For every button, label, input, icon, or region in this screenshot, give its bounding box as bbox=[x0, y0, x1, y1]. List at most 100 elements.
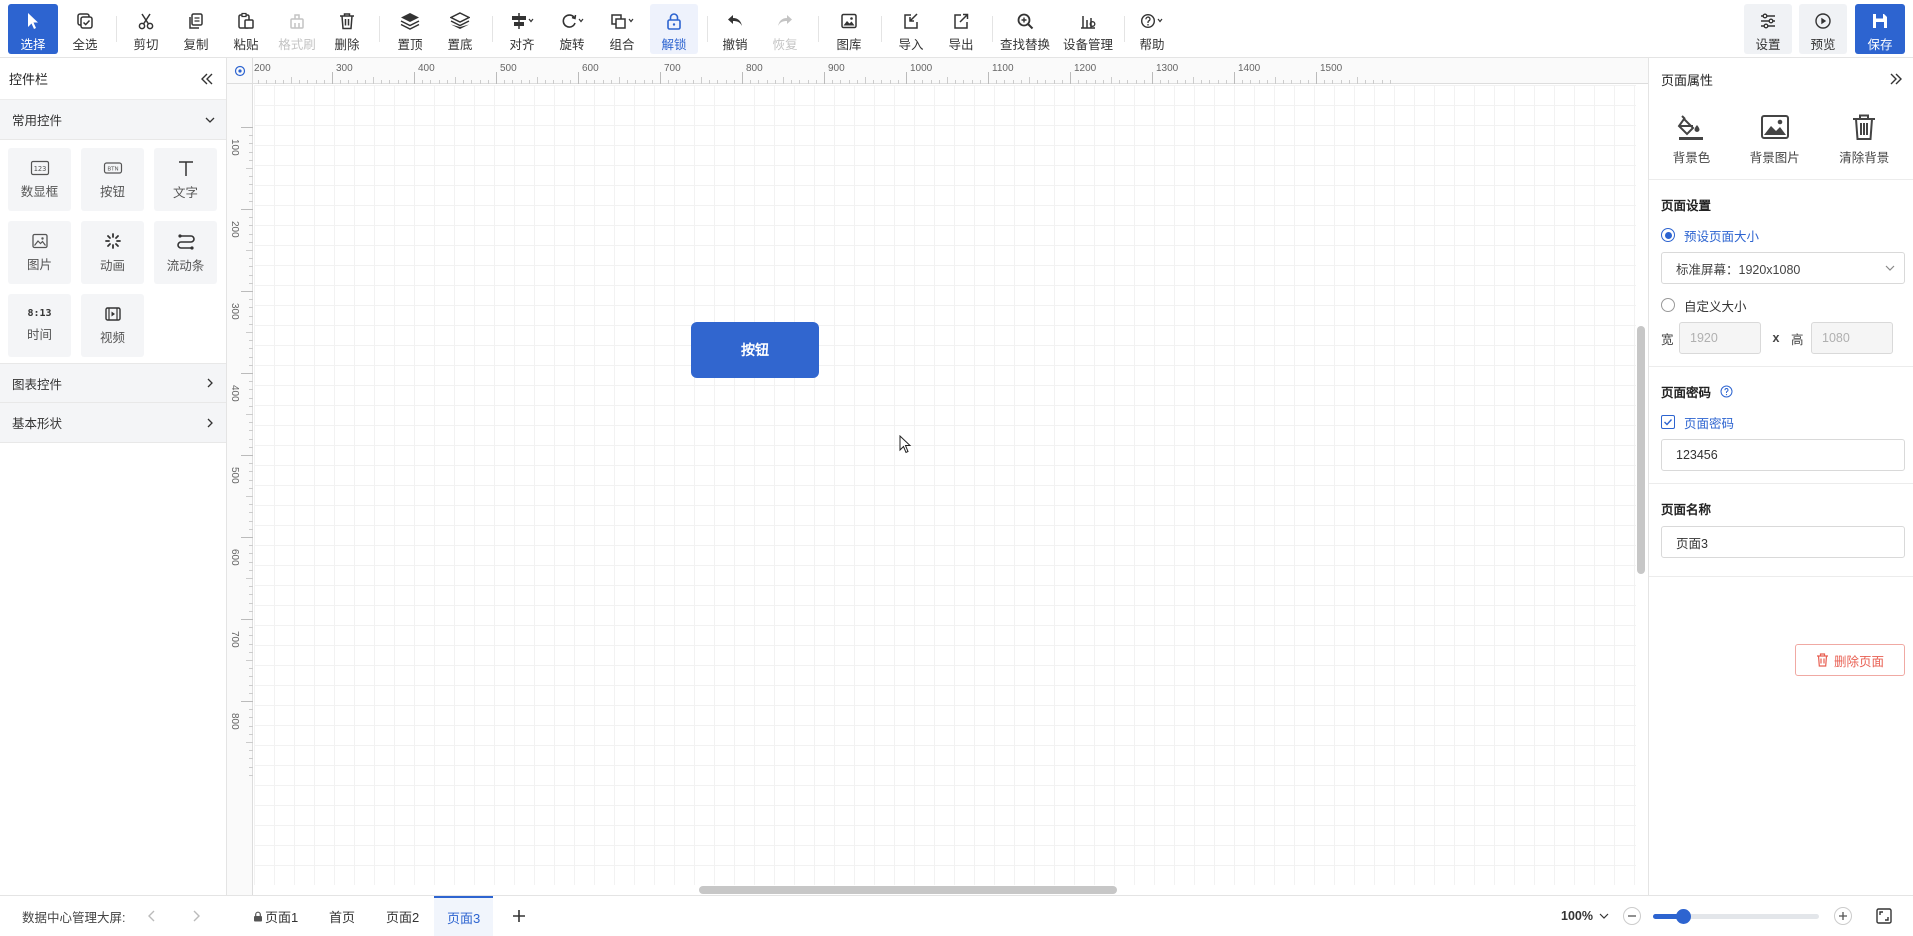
import-button[interactable]: 导入 bbox=[889, 4, 933, 54]
group-button[interactable]: 组合 bbox=[600, 4, 644, 54]
ruler-minor-tick bbox=[249, 299, 253, 301]
page-password-checkbox[interactable]: 页面密码 bbox=[1661, 411, 1905, 433]
zoom-out-button[interactable] bbox=[1623, 907, 1641, 925]
chevron-left-icon[interactable] bbox=[146, 909, 158, 923]
category-chart-widgets[interactable]: 图表控件 bbox=[0, 363, 226, 403]
ruler-minor-tick bbox=[815, 80, 817, 84]
page-name-input[interactable]: 页面3 bbox=[1661, 526, 1905, 558]
ruler-minor-tick bbox=[249, 307, 253, 309]
help-button[interactable]: 帮助 bbox=[1130, 4, 1174, 54]
ruler-minor-tick bbox=[249, 717, 253, 719]
drawing-area[interactable] bbox=[254, 85, 1636, 885]
design-canvas[interactable]: 200 300 400 500 600 700 800 900 1000 1100 1200 1300… bbox=[227, 58, 1648, 895]
widget-time[interactable]: 8:13 时间 bbox=[8, 294, 71, 357]
page-tab[interactable]: 首页 bbox=[316, 896, 368, 936]
ruler-origin-target-icon[interactable] bbox=[227, 58, 253, 84]
widget-digital-display[interactable]: 123 数显框 bbox=[8, 148, 71, 211]
save-button[interactable]: 保存 bbox=[1855, 4, 1905, 54]
bring-to-top-button[interactable]: 置顶 bbox=[387, 4, 433, 54]
category-label: 常用控件 bbox=[12, 114, 63, 128]
unlock-button[interactable]: 解锁 bbox=[650, 4, 698, 54]
delete-button[interactable]: 删除 bbox=[325, 4, 369, 54]
ruler-minor-tick bbox=[249, 512, 253, 514]
height-input[interactable]: 1080 bbox=[1811, 322, 1893, 354]
preset-size-radio[interactable]: 预设页面大小 bbox=[1661, 224, 1905, 246]
ruler-minor-tick bbox=[249, 733, 253, 735]
ruler-minor-tick bbox=[315, 80, 317, 84]
preset-size-select[interactable]: 标准屏幕：1920x1080 bbox=[1661, 252, 1905, 284]
paste-button[interactable]: 粘贴 bbox=[224, 4, 268, 54]
ruler-minor-tick bbox=[889, 80, 891, 84]
ruler-label-y: 800 bbox=[229, 713, 240, 730]
background-image-button[interactable]: 背景图片 bbox=[1750, 113, 1800, 166]
zoom-level[interactable]: 100% bbox=[1561, 896, 1610, 936]
undo-button[interactable]: 撤销 bbox=[713, 4, 757, 54]
widget-button[interactable]: BTN 按钮 bbox=[81, 148, 144, 211]
rotate-button[interactable]: 旋转 bbox=[550, 4, 594, 54]
widget-image[interactable]: 图片 bbox=[8, 221, 71, 284]
widget-label: 按钮 bbox=[99, 184, 125, 199]
ruler-tick bbox=[241, 455, 253, 456]
chevron-right-icon[interactable] bbox=[190, 909, 202, 923]
collapse-left-icon[interactable] bbox=[200, 72, 214, 86]
send-to-bottom-button[interactable]: 置底 bbox=[437, 4, 483, 54]
fullscreen-icon[interactable] bbox=[1875, 907, 1893, 925]
background-color-button[interactable]: 背景色 bbox=[1673, 113, 1710, 166]
add-page-button[interactable] bbox=[508, 905, 530, 927]
zoom-slider[interactable] bbox=[1653, 909, 1819, 924]
ruler-minor-tick bbox=[249, 463, 253, 465]
widget-animation[interactable]: 动画 bbox=[81, 221, 144, 284]
page-password-title: 页面密码 bbox=[1661, 381, 1905, 401]
ruler-minor-tick bbox=[307, 80, 309, 84]
redo-button[interactable]: 恢复 bbox=[763, 4, 807, 54]
find-replace-button[interactable]: 查找替换 bbox=[998, 4, 1052, 54]
widget-flow-bar[interactable]: 流动条 bbox=[154, 221, 217, 284]
page-tab[interactable]: 页面1 bbox=[240, 896, 311, 936]
ruler-minor-tick bbox=[963, 80, 965, 84]
format-brush-button[interactable]: 格式刷 bbox=[274, 4, 320, 54]
vertical-scrollbar[interactable] bbox=[1637, 326, 1645, 574]
category-basic-shapes[interactable]: 基本形状 bbox=[0, 403, 226, 443]
widget-text[interactable]: 文字 bbox=[154, 148, 217, 211]
ruler-minor-tick bbox=[783, 77, 784, 84]
horizontal-scrollbar[interactable] bbox=[699, 886, 1117, 894]
ruler-minor-tick bbox=[922, 80, 924, 84]
help-circle-icon[interactable] bbox=[1720, 385, 1733, 398]
delete-page-button[interactable]: 删除页面 bbox=[1795, 644, 1905, 676]
select-all-button[interactable]: 全选 bbox=[63, 4, 107, 54]
page-tab-active[interactable]: 页面3 bbox=[434, 896, 494, 936]
export-button[interactable]: 导出 bbox=[939, 4, 983, 54]
svg-text:BTN: BTN bbox=[107, 166, 118, 172]
width-input[interactable]: 1920 bbox=[1679, 322, 1761, 354]
ruler-minor-tick bbox=[463, 80, 465, 84]
cut-button[interactable]: 剪切 bbox=[124, 4, 168, 54]
flow-bar-icon bbox=[176, 232, 196, 250]
ruler-minor-tick bbox=[1324, 80, 1326, 84]
select-button[interactable]: 选择 bbox=[8, 4, 58, 54]
canvas-button-widget[interactable]: 按钮 bbox=[691, 322, 819, 378]
gallery-button[interactable]: 图库 bbox=[826, 4, 872, 54]
ruler-minor-tick bbox=[791, 80, 793, 84]
custom-size-radio[interactable]: 自定义大小 bbox=[1661, 294, 1905, 316]
page-password-input[interactable]: 123456 bbox=[1661, 439, 1905, 471]
category-common-widgets[interactable]: 常用控件 bbox=[0, 100, 226, 140]
ruler-tick bbox=[1234, 72, 1235, 84]
ruler-minor-tick bbox=[455, 77, 456, 84]
ruler-minor-tick bbox=[249, 340, 253, 342]
widget-video[interactable]: 视频 bbox=[81, 294, 144, 357]
page-tab[interactable]: 页面2 bbox=[373, 896, 432, 936]
collapse-right-icon[interactable] bbox=[1889, 72, 1903, 86]
chevron-right-icon bbox=[204, 377, 216, 389]
toolbar-divider bbox=[116, 16, 117, 42]
preview-button[interactable]: 预览 bbox=[1799, 4, 1847, 54]
copy-button[interactable]: 复制 bbox=[174, 4, 218, 54]
settings-button[interactable]: 设置 bbox=[1744, 4, 1792, 54]
device-manage-button[interactable]: 设备管理 bbox=[1061, 4, 1115, 54]
toolbar-divider bbox=[1124, 16, 1125, 42]
page-settings-title: 页面设置 bbox=[1661, 198, 1712, 213]
zoom-in-button[interactable] bbox=[1834, 907, 1852, 925]
clear-background-button[interactable]: 清除背景 bbox=[1839, 113, 1889, 166]
ruler-minor-tick bbox=[881, 80, 883, 84]
align-button[interactable]: 对齐 bbox=[500, 4, 544, 54]
zoom-slider-thumb[interactable] bbox=[1675, 909, 1691, 924]
